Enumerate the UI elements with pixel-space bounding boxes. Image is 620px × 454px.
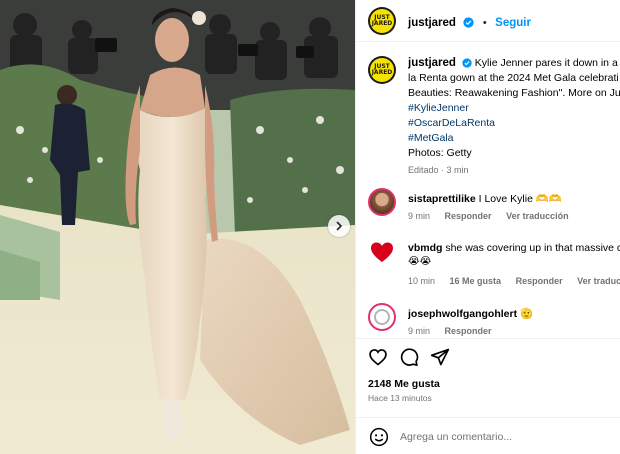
commenter-avatar[interactable] bbox=[368, 303, 396, 331]
hashtag-link[interactable]: #MetGala bbox=[408, 131, 620, 146]
comment-likes[interactable]: 16 Me gusta bbox=[450, 276, 502, 286]
heart-icon bbox=[369, 349, 387, 366]
comment-row: josephwolfgangohlert 🫡 bbox=[408, 307, 620, 320]
follow-button[interactable]: Seguir bbox=[495, 17, 531, 29]
caption-text: Kylie Jenner pares it down in a sim bbox=[474, 57, 620, 69]
share-icon bbox=[430, 348, 450, 366]
reply-button[interactable]: Responder bbox=[445, 211, 492, 221]
comment-meta: 9 min Responder bbox=[408, 326, 504, 336]
author-username[interactable]: justjared bbox=[408, 17, 456, 29]
translate-button[interactable]: Ver traducción bbox=[577, 276, 620, 286]
comment-text-line: 😭😭 bbox=[408, 256, 432, 267]
caption-line: la Renta gown at the 2024 Met Gala celeb… bbox=[408, 72, 619, 84]
next-image-button[interactable] bbox=[328, 215, 350, 237]
logo-line-2: JARED bbox=[371, 68, 393, 76]
separator-dot: • bbox=[482, 17, 487, 29]
post-image[interactable] bbox=[0, 0, 355, 454]
like-button[interactable] bbox=[368, 347, 388, 372]
photo-credit: Photos: Getty bbox=[408, 147, 472, 159]
comment-text: I Love Kylie 🫶🫶 bbox=[478, 193, 562, 205]
comment-icon bbox=[400, 348, 419, 366]
header-author-row: justjared • Seguir bbox=[408, 13, 531, 31]
comment-input[interactable] bbox=[400, 427, 600, 447]
comment-button[interactable] bbox=[399, 347, 419, 372]
commenter-avatar[interactable] bbox=[368, 188, 396, 216]
post-actions: 2148 Me gusta Hace 13 minutos bbox=[356, 338, 620, 454]
comment-row: sistaprettilike I Love Kylie 🫶🫶 bbox=[408, 192, 620, 205]
share-button[interactable] bbox=[430, 347, 450, 372]
edited-label: Editado · 3 min bbox=[408, 165, 469, 175]
emoji-button[interactable] bbox=[369, 427, 389, 452]
comment-time: 9 min bbox=[408, 326, 431, 336]
comment-meta: 10 min 16 Me gusta Responder Ver traducc… bbox=[408, 276, 620, 286]
comment-meta: 9 min Responder Ver traducción bbox=[408, 211, 581, 221]
just-jared-logo: JUST JARED bbox=[369, 8, 395, 34]
verified-badge-icon bbox=[462, 58, 472, 68]
comment-text: she was covering up in that massive c bbox=[445, 242, 620, 254]
caption-author-avatar[interactable]: JUST JARED bbox=[368, 56, 396, 84]
post-panel: JUST JARED justjared • Seguir JUST JARED… bbox=[355, 0, 620, 454]
hashtag-link[interactable]: #KylieJenner bbox=[408, 101, 620, 116]
author-avatar[interactable]: JUST JARED bbox=[368, 7, 396, 35]
comment-time: 9 min bbox=[408, 211, 431, 221]
comment-username[interactable]: sistaprettilike bbox=[408, 193, 476, 205]
post-caption: justjared Kylie Jenner pares it down in … bbox=[408, 56, 620, 178]
emoji-icon bbox=[369, 427, 389, 447]
reply-button[interactable]: Responder bbox=[445, 326, 492, 336]
just-jared-logo: JUST JARED bbox=[369, 57, 395, 83]
commenter-avatar[interactable] bbox=[368, 238, 396, 266]
comment-text: 🫡 bbox=[520, 308, 534, 320]
comment-row: vbmdg she was covering up in that massiv… bbox=[408, 242, 620, 254]
comment-username[interactable]: josephwolfgangohlert bbox=[408, 308, 517, 320]
caption-username[interactable]: justjared bbox=[408, 57, 456, 69]
post-header: JUST JARED justjared • Seguir bbox=[356, 0, 620, 42]
logo-line-2: JARED bbox=[371, 19, 393, 27]
post-timestamp: Hace 13 minutos bbox=[368, 393, 432, 403]
comment-username[interactable]: vbmdg bbox=[408, 242, 442, 254]
hashtag-link[interactable]: #OscarDeLaRenta bbox=[408, 116, 620, 131]
default-profile-icon bbox=[370, 305, 394, 329]
reply-button[interactable]: Responder bbox=[516, 276, 563, 286]
caption-line: Beauties: Reawakening Fashion". More on … bbox=[408, 87, 620, 99]
translate-button[interactable]: Ver traducción bbox=[506, 211, 569, 221]
met-gala-photo bbox=[0, 0, 355, 454]
heart-avatar-icon bbox=[371, 242, 393, 262]
add-comment-bar bbox=[356, 417, 620, 454]
verified-badge-icon bbox=[463, 17, 475, 28]
comment-time: 10 min bbox=[408, 276, 436, 286]
chevron-right-icon bbox=[336, 221, 343, 231]
like-count[interactable]: 2148 Me gusta bbox=[368, 378, 440, 390]
